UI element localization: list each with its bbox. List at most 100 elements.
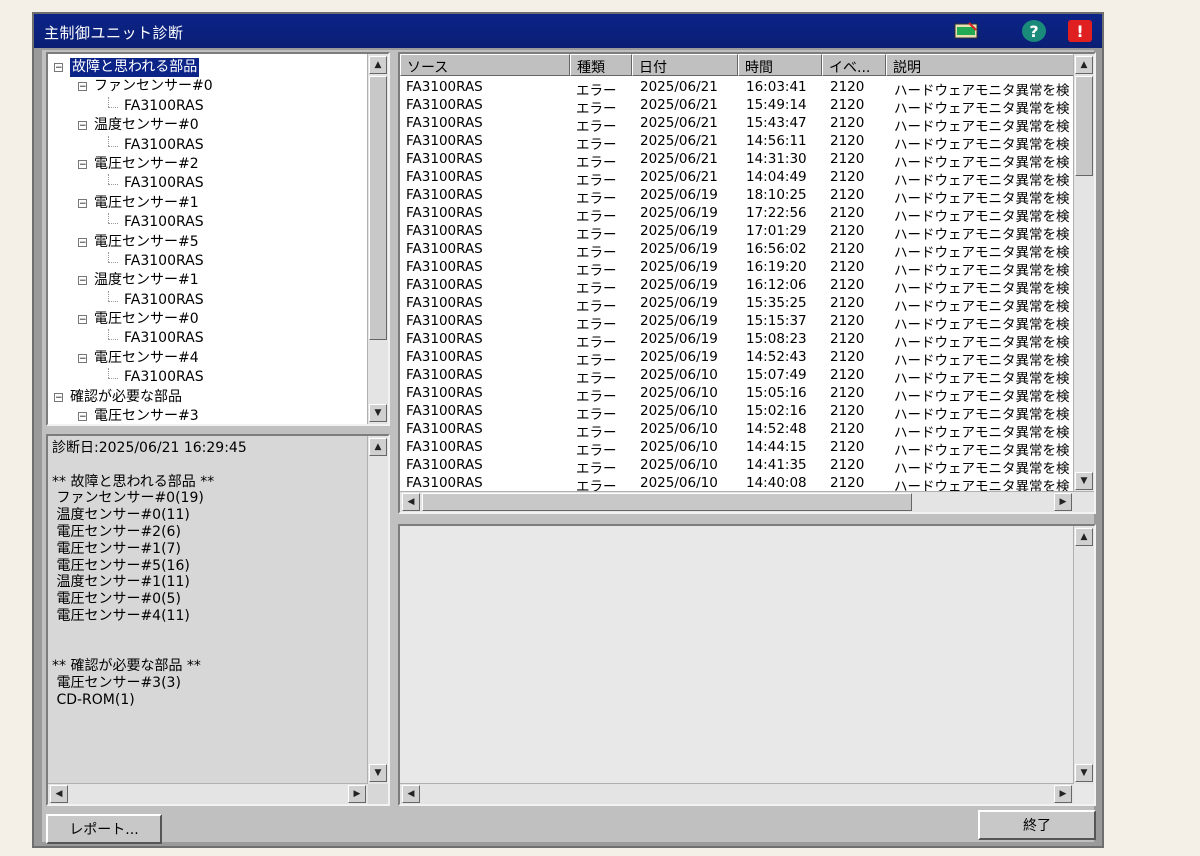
window-title: 主制御ユニット診断 — [44, 24, 184, 42]
scroll-up-icon[interactable]: ▲ — [1075, 56, 1093, 74]
scroll-left-icon[interactable]: ◀ — [402, 785, 420, 803]
table-row[interactable]: FA3100RAS エラー 2025/06/10 14:44:15 2120 ハードウェア… — [400, 438, 1074, 459]
diag-vscroll[interactable]: ▲ ▼ — [367, 436, 388, 784]
scroll-up-icon[interactable]: ▲ — [369, 438, 387, 456]
table-row[interactable]: FA3100RAS エラー 2025/06/19 16:19:20 2120 ハードウェア… — [400, 258, 1074, 279]
table-row[interactable]: FA3100RAS エラー 2025/06/10 15:05:16 2120 ハードウェア… — [400, 384, 1074, 405]
scroll-right-icon[interactable]: ▶ — [348, 785, 366, 803]
table-row[interactable]: FA3100RAS エラー 2025/06/10 14:52:48 2120 ハードウェア… — [400, 420, 1074, 441]
table-row[interactable]: FA3100RAS エラー 2025/06/19 15:15:37 2120 ハードウェア… — [400, 312, 1074, 333]
tree-scroll-thumb[interactable] — [369, 76, 387, 340]
table-cell: 2025/06/19 — [640, 187, 718, 203]
monitor-icon[interactable] — [954, 20, 978, 42]
column-header[interactable]: 日付 — [632, 54, 738, 76]
scroll-down-icon[interactable]: ▼ — [1075, 472, 1093, 490]
column-header[interactable]: イベ... — [822, 54, 886, 76]
collapse-icon[interactable]: − — [78, 412, 87, 422]
table-row[interactable]: FA3100RAS エラー 2025/06/21 14:31:30 2120 ハードウェア… — [400, 150, 1074, 171]
table-row[interactable]: FA3100RAS エラー 2025/06/10 14:40:08 2120 ハードウェア… — [400, 474, 1074, 495]
table-cell: 2025/06/19 — [640, 313, 718, 329]
table-row[interactable]: FA3100RAS エラー 2025/06/10 15:07:49 2120 ハードウェア… — [400, 366, 1074, 387]
scroll-left-icon[interactable]: ◀ — [50, 785, 68, 803]
table-cell: 2120 — [830, 187, 865, 203]
collapse-icon[interactable]: − — [78, 159, 87, 169]
event-hscroll[interactable]: ◀ ▶ — [400, 491, 1094, 512]
table-cell: 16:03:41 — [746, 79, 807, 95]
scroll-up-icon[interactable]: ▲ — [369, 56, 387, 74]
alert-icon[interactable]: ! — [1068, 20, 1092, 42]
table-cell: FA3100RAS — [406, 385, 483, 401]
table-cell: 2025/06/19 — [640, 259, 718, 275]
table-cell: 16:56:02 — [746, 241, 807, 257]
table-row[interactable]: FA3100RAS エラー 2025/06/19 15:35:25 2120 ハードウェア… — [400, 294, 1074, 315]
report-button[interactable]: レポート... — [46, 814, 162, 844]
column-header[interactable]: 時間 — [738, 54, 822, 76]
table-cell: 2120 — [830, 439, 865, 455]
scroll-down-icon[interactable]: ▼ — [1075, 764, 1093, 782]
event-vscroll[interactable]: ▲ ▼ — [1073, 54, 1094, 492]
exit-button[interactable]: 終了 — [978, 810, 1096, 840]
event-hscroll-thumb[interactable] — [422, 493, 912, 511]
column-header[interactable]: 種類 — [570, 54, 632, 76]
table-cell: 2025/06/21 — [640, 169, 718, 185]
tree-group-label: 故障と思われる部品 — [70, 58, 200, 78]
table-row[interactable]: FA3100RAS エラー 2025/06/19 16:56:02 2120 ハードウェア… — [400, 240, 1074, 261]
main-window: 主制御ユニット診断 ? ! − 故障と思われる部品 − ファンセンサー#0 FA3100… — [32, 12, 1104, 848]
table-cell: 2025/06/19 — [640, 223, 718, 239]
tree-leaf-label: FA3100RAS — [124, 214, 204, 231]
diag-hscroll[interactable]: ◀ ▶ — [48, 783, 368, 804]
scroll-left-icon[interactable]: ◀ — [402, 493, 420, 511]
table-row[interactable]: FA3100RAS エラー 2025/06/21 15:49:14 2120 ハードウェア… — [400, 96, 1074, 117]
table-row[interactable]: FA3100RAS エラー 2025/06/21 14:04:49 2120 ハードウェア… — [400, 168, 1074, 189]
detail-vscroll[interactable]: ▲ ▼ — [1073, 526, 1094, 784]
table-cell: 2120 — [830, 205, 865, 221]
table-row[interactable]: FA3100RAS エラー 2025/06/19 15:08:23 2120 ハードウェア… — [400, 330, 1074, 351]
collapse-icon[interactable]: − — [78, 198, 87, 208]
table-row[interactable]: FA3100RAS エラー 2025/06/21 15:43:47 2120 ハードウェア… — [400, 114, 1074, 135]
table-row[interactable]: FA3100RAS エラー 2025/06/19 17:22:56 2120 ハードウェア… — [400, 204, 1074, 225]
table-cell: FA3100RAS — [406, 439, 483, 455]
scroll-down-icon[interactable]: ▼ — [369, 764, 387, 782]
table-cell: FA3100RAS — [406, 475, 483, 491]
table-cell: FA3100RAS — [406, 367, 483, 383]
table-cell: FA3100RAS — [406, 295, 483, 311]
scroll-right-icon[interactable]: ▶ — [1054, 785, 1072, 803]
table-row[interactable]: FA3100RAS エラー 2025/06/21 14:56:11 2120 ハードウェア… — [400, 132, 1074, 153]
table-cell: 2120 — [830, 169, 865, 185]
table-cell: 15:35:25 — [746, 295, 807, 311]
collapse-icon[interactable]: − — [78, 82, 87, 92]
tree-node-label: 電圧センサー#2 — [94, 155, 199, 172]
scroll-down-icon[interactable]: ▼ — [369, 404, 387, 422]
scroll-up-icon[interactable]: ▲ — [1075, 528, 1093, 546]
table-row[interactable]: FA3100RAS エラー 2025/06/21 16:03:41 2120 ハードウェア… — [400, 78, 1074, 99]
collapse-icon[interactable]: − — [78, 353, 87, 363]
collapse-icon[interactable]: − — [54, 63, 63, 73]
column-header[interactable]: ソース — [400, 54, 570, 76]
event-scroll-thumb[interactable] — [1075, 76, 1093, 176]
table-cell: 2025/06/21 — [640, 115, 718, 131]
table-cell: 18:10:25 — [746, 187, 807, 203]
table-cell: 2120 — [830, 115, 865, 131]
table-row[interactable]: FA3100RAS エラー 2025/06/10 14:41:35 2120 ハードウェア… — [400, 456, 1074, 477]
help-icon[interactable]: ? — [1022, 20, 1046, 42]
collapse-icon[interactable]: − — [54, 392, 63, 402]
tree-vscroll[interactable]: ▲ ▼ — [367, 54, 388, 424]
detail-panel: ▲ ▼ ◀ ▶ — [398, 524, 1096, 806]
collapse-icon[interactable]: − — [78, 276, 87, 286]
collapse-icon[interactable]: − — [78, 315, 87, 325]
column-header[interactable]: 説明 — [886, 54, 1094, 76]
tree-panel: − 故障と思われる部品 − ファンセンサー#0 FA3100RAS − 温度センサー#0 FA… — [46, 52, 390, 426]
collapse-icon[interactable]: − — [78, 121, 87, 131]
table-row[interactable]: FA3100RAS エラー 2025/06/19 16:12:06 2120 ハードウェア… — [400, 276, 1074, 297]
table-row[interactable]: FA3100RAS エラー 2025/06/19 18:10:25 2120 ハードウェア… — [400, 186, 1074, 207]
event-list: ソース 種類 日付 時間 イベ... 説明 FA3100RAS エラー 2025/06/21 1… — [398, 52, 1096, 514]
table-row[interactable]: FA3100RAS エラー 2025/06/10 15:02:16 2120 ハードウェア… — [400, 402, 1074, 423]
collapse-icon[interactable]: − — [78, 237, 87, 247]
table-cell: FA3100RAS — [406, 313, 483, 329]
table-row[interactable]: FA3100RAS エラー 2025/06/19 17:01:29 2120 ハードウェア… — [400, 222, 1074, 243]
table-cell: FA3100RAS — [406, 151, 483, 167]
table-row[interactable]: FA3100RAS エラー 2025/06/19 14:52:43 2120 ハードウェア… — [400, 348, 1074, 369]
table-cell: 2025/06/21 — [640, 133, 718, 149]
detail-hscroll[interactable]: ◀ ▶ — [400, 783, 1074, 804]
scroll-right-icon[interactable]: ▶ — [1054, 493, 1072, 511]
